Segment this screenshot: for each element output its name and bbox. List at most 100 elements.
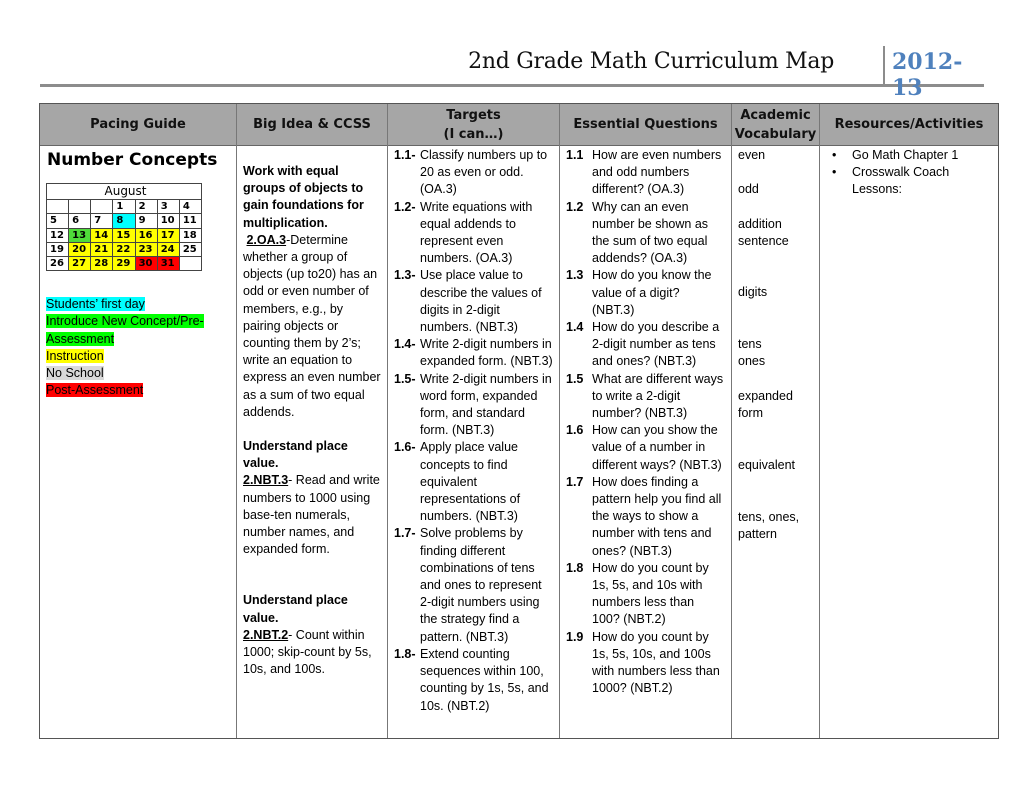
calendar-day: 27 [68,255,92,272]
target-item-text: Write equations with equal addends to re… [420,199,533,266]
question-item-number: 1.3 [566,268,584,283]
school-year: 2012-13 [892,49,963,101]
question-item: 1.7 How does finding a pattern help you f… [566,474,725,560]
big-idea-heading: Work with equal groups of objects to gai… [243,164,364,230]
target-item-number: 1.8- [394,646,416,661]
calendar-day: 22 [112,241,136,257]
calendar-day: 6 [68,213,92,229]
vocabulary-term: addition sentence [738,216,789,250]
calendar-week: 19 20 21 22 23 24 25 [45,241,203,257]
header-targets-line1: Targets [446,107,501,123]
calendar-day: 29 [112,255,136,272]
essential-questions-cell: 1.1 How are even numbers and odd numbers … [560,146,731,738]
target-item: 1.4- Write 2-digit numbers in expanded fo… [394,336,553,370]
calendar-day: 7 [90,213,114,229]
calendar-day: 17 [156,227,180,243]
header-pacing-guide: Pacing Guide [40,104,236,146]
legend-post-assessment: Post-Assessment [46,383,144,398]
question-item-number: 1.8 [566,560,584,575]
question-item: 1.4 How do you describe a 2-digit number … [566,319,725,371]
target-item-number: 1.3- [394,268,416,283]
essential-questions-list: 1.1 How are even numbers and odd numbers … [566,147,725,698]
document-header: 2nd Grade Math Curriculum Map 2012-13 [40,44,984,101]
big-idea-heading: Understand place value. [243,439,348,471]
resource-item: Go Math Chapter 1 [826,147,966,164]
calendar-day: 5 [45,213,70,229]
target-item-text: Write 2-digit numbers in expanded form. … [420,337,553,369]
calendar-day: 25 [178,241,203,257]
vocabulary-term-line1: odd [738,182,759,196]
target-item-text: Apply place value concepts to find equiv… [420,440,521,524]
question-item-number: 1.5 [566,371,584,386]
calendar-day: 4 [178,199,203,215]
target-item: 1.5- Write 2-digit numbers in word form, … [394,371,553,440]
calendar-week: 12 13 14 15 16 17 18 [45,227,203,243]
target-item-number: 1.4- [394,337,416,352]
vocabulary-term: odd [738,181,759,198]
vocabulary-term: expanded form [738,388,793,422]
vocabulary-term-line1: tens [738,337,762,351]
calendar-day: 14 [90,227,114,243]
question-item: 1.9 How do you count by 1s, 5s, 10s, and … [566,629,725,698]
target-item-number: 1.5- [394,371,416,386]
calendar-day: 2 [134,199,158,215]
question-item-text: How can you show the value of a number i… [592,423,722,472]
legend-instruction: Instruction [46,348,104,363]
header-targets-line2: (I can…) [443,126,504,142]
vocabulary-term-line1: expanded [738,389,793,403]
column-big-idea: Big Idea & CCSS Work with equal groups o… [236,104,387,738]
color-legend: Students’ first day Introduce New Concep… [46,296,230,399]
header-vocabulary: Academic Vocabulary [732,104,819,146]
unit-title: Number Concepts [47,150,218,170]
targets-cell: 1.1- Classify numbers up to 20 as even or… [388,146,559,738]
target-item-number: 1.2- [394,199,416,214]
calendar-day: 9 [134,213,158,229]
question-item-number: 1.1 [566,148,584,162]
legend-introduce-line2: Assessment [46,331,115,346]
big-idea-block: Understand place value. 2.NBT.3- Read an… [243,438,381,558]
big-idea-block: Work with equal groups of objects to gai… [243,163,381,421]
vocabulary-term-line2: pattern [738,527,777,542]
column-pacing-guide: Pacing Guide Number Concepts August 1234… [40,104,236,738]
calendar-day: 19 [45,241,70,257]
column-vocabulary: Academic Vocabulary even odd addition senten… [731,104,819,738]
calendar-day: 11 [178,213,203,229]
calendar-day [178,255,203,272]
header-big-idea: Big Idea & CCSS [237,104,387,146]
question-item-text: Why can an even number be shown as the s… [592,199,709,266]
question-item-text: How do you know the value of a digit? (N… [592,268,712,317]
calendar-day: 23 [134,241,158,257]
calendar-day: 3 [156,199,180,215]
target-item: 1.7- Solve problems by finding different … [394,525,553,645]
question-item: 1.1 How are even numbers and odd numbers … [566,147,725,199]
calendar-day: 8 [112,213,136,229]
question-item-number: 1.2 [566,199,584,214]
calendar-day: 18 [178,227,203,243]
question-item-text: How does finding a pattern help you find… [592,474,722,558]
question-item: 1.2 Why can an even number be shown as th… [566,199,725,268]
calendar-week: 1234 [45,199,203,215]
calendar-day: 10 [156,213,180,229]
question-item: 1.3 How do you know the value of a digit?… [566,267,725,319]
target-item: 1.1- Classify numbers up to 20 as even or… [394,147,553,199]
document-title: 2nd Grade Math Curriculum Map [468,49,834,74]
question-item-number: 1.7 [566,474,584,489]
vocabulary-term: tens ones [738,336,765,370]
calendar-day: 15 [112,227,136,243]
target-item: 1.3- Use place value to describe the valu… [394,267,553,336]
question-item-text: How do you describe a 2-digit number as … [592,320,720,369]
target-item-text: Classify numbers up to 20 as even or odd… [420,148,548,197]
pacing-calendar: August 1 2 3 4 5 6 7 8 9 10 11 12 13 14 15 16 17 18 19 20 21… [45,183,203,272]
calendar-day: 26 [45,255,70,272]
column-resources: Resources/Activities Go Math Chapter 1Cr… [819,104,998,738]
vocabulary-term: equivalent [738,457,795,474]
calendar-day: 30 [134,255,158,272]
targets-list: 1.1- Classify numbers up to 20 as even or… [394,147,553,715]
calendar-day: 16 [134,227,158,243]
calendar-day: 13 [68,227,92,243]
target-item-text: Write 2-digit numbers in word form, expa… [420,371,552,438]
header-vocabulary-line1: Academic [740,107,811,123]
header-vocabulary-line2: Vocabulary [734,126,817,142]
target-item-number: 1.6- [394,440,416,455]
big-idea-block: Understand place value. 2.NBT.2- Count w… [243,592,381,678]
